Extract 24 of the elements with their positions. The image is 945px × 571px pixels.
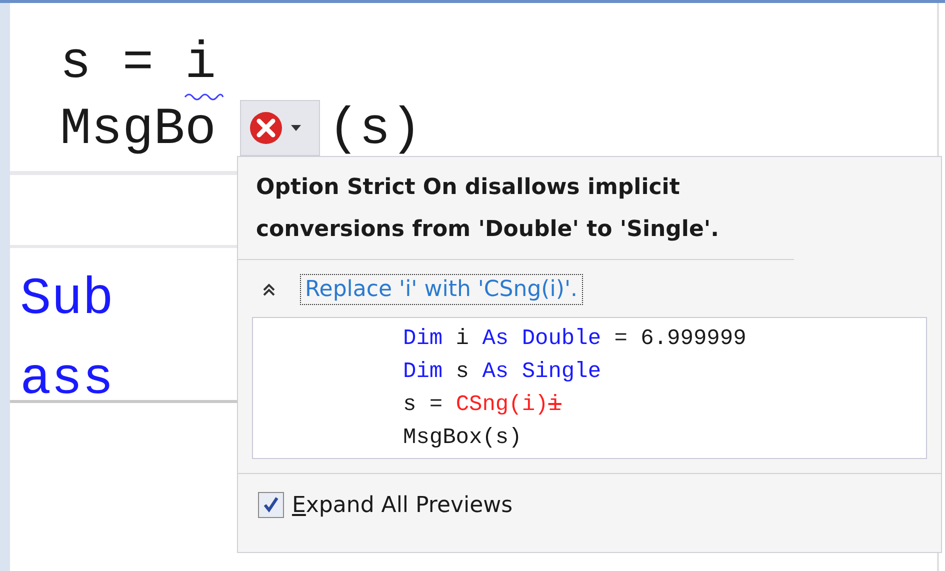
fix-link[interactable]: Replace 'i' with 'CSng(i)'. <box>300 274 582 305</box>
code-text: s = i <box>60 34 216 93</box>
code-text: MsgBo <box>60 100 216 159</box>
code-text: As Single <box>482 359 602 384</box>
code-text: Dim <box>403 359 443 384</box>
checkbox-label[interactable]: Expand All Previews <box>292 492 513 518</box>
code-text: i <box>454 326 470 351</box>
code-text: (s) <box>328 100 422 159</box>
code-text: ass <box>20 350 114 409</box>
code-text: Dim <box>403 326 443 351</box>
checkmark-icon <box>261 495 281 515</box>
code-text: = 6.999999 <box>613 326 746 351</box>
code-text: CSng(i) <box>456 392 548 417</box>
code-text: MsgBox(s) <box>403 425 522 450</box>
collapse-chevron-icon[interactable] <box>262 282 276 296</box>
code-text: s = <box>403 392 444 417</box>
caret-icon <box>291 125 301 131</box>
error-message: Option Strict On disallows implicit conversions from 'Double' to 'Single'. <box>238 157 794 260</box>
code-text: As Double <box>482 326 602 351</box>
code-text: Sub <box>20 270 114 329</box>
code-text: s <box>454 359 470 384</box>
error-actions-button[interactable] <box>240 100 320 156</box>
checkbox[interactable] <box>258 492 284 518</box>
code-text: i <box>548 392 562 417</box>
